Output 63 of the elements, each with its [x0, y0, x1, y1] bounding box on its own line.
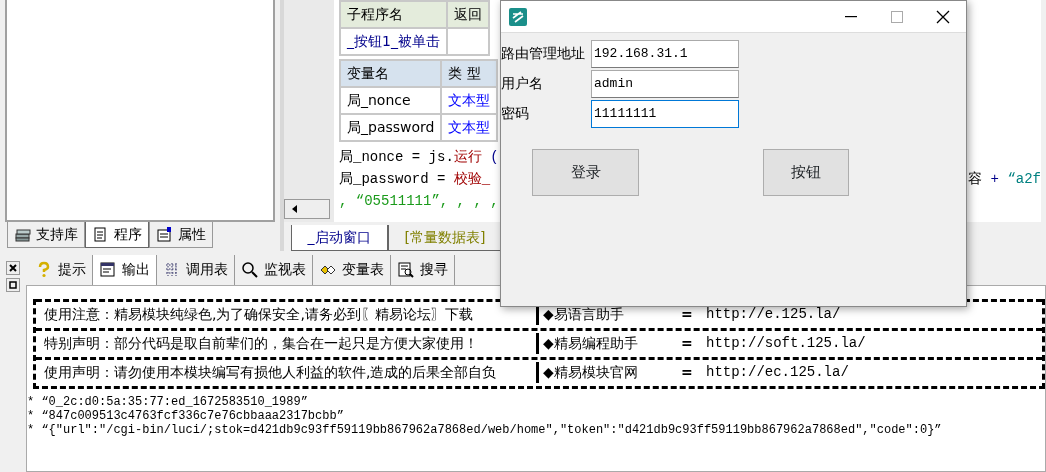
panel-tab[interactable]: 变量表: [313, 254, 392, 285]
notice-text: 特别声明：部分代码是取自前辈们的，集合在一起只是方便大家使用！: [43, 334, 479, 353]
output-line: * “0_2c:d0:5a:35:77:ed_1672583510_1989”: [27, 395, 309, 409]
table-cell: 文本型: [441, 114, 498, 142]
login-button[interactable]: 登录: [532, 148, 639, 196]
code-text: 局_password =: [339, 170, 447, 187]
equals-sign: =: [681, 305, 694, 324]
equals-sign: =: [681, 363, 694, 382]
horizontal-scrollbar[interactable]: [284, 198, 330, 219]
field-label: 路由管理地址: [501, 44, 586, 63]
code-text: “a2f: [1007, 170, 1041, 187]
panel-tab[interactable]: 属性: [148, 222, 213, 248]
url-link[interactable]: http://e.125.la/: [706, 304, 841, 325]
editor-tab[interactable]: [常量数据表]: [387, 225, 503, 252]
code-text: 运行: [453, 148, 482, 165]
notice-text: 使用声明：请勿使用本模块编写有损他人利益的软件,造成的后果全部自负: [43, 363, 498, 382]
properties-icon: [155, 225, 174, 244]
table-cell: 局_password: [340, 114, 442, 142]
table-cell: _按钮1_被单击: [340, 28, 447, 55]
app-icon: [507, 6, 528, 27]
code-text: (: [489, 148, 499, 165]
code-text: 局_nonce = js.: [339, 148, 454, 165]
input-field[interactable]: admin: [591, 69, 739, 98]
panel-tab[interactable]: 搜寻: [391, 254, 456, 285]
document-search-icon: [397, 260, 416, 279]
close-button[interactable]: [6, 261, 20, 275]
column-header: 类 型: [441, 60, 498, 88]
code-text: +: [989, 170, 1000, 187]
panel-tab[interactable]: 调用表: [157, 254, 236, 285]
action-button[interactable]: 按钮: [763, 148, 849, 196]
window-icon: [99, 260, 118, 279]
column-header: 变量名: [340, 60, 442, 88]
output-line: * “847c009513c4763fcf336c7e76cbbaaa2317bcbb”: [27, 409, 345, 423]
site-name: ◆精易编程助手: [536, 333, 681, 354]
panel-tab[interactable]: 程序: [84, 222, 149, 248]
column-header: 返回: [446, 1, 489, 28]
input-field[interactable]: 11111111: [591, 99, 739, 128]
panel-tab[interactable]: 支持库: [6, 222, 85, 248]
search-icon: [241, 260, 260, 279]
url-link[interactable]: http://soft.125.la/: [706, 333, 866, 354]
site-name: ◆精易模块官网: [536, 362, 681, 383]
editor-tab[interactable]: _启动窗口: [290, 225, 388, 252]
field-label: 密码: [501, 104, 530, 123]
code-text: 容: [968, 170, 983, 187]
output-line: * “{"url":"/cgi-bin/luci/;stok=d421db9c93ff59119bb867962a7868ed/web/home","token":"d421db9c93ff59119bb867962a7868ed","code":0}”: [27, 423, 943, 437]
panel-tab[interactable]: 监视表: [235, 254, 314, 285]
close-icon: [9, 264, 17, 272]
column-header: 子程序名: [340, 1, 447, 28]
url-link[interactable]: http://ec.125.la/: [706, 362, 849, 383]
code-text: , “05511111”, , , ,: [339, 192, 499, 209]
restore-icon: [9, 281, 17, 290]
close-icon: [936, 9, 950, 24]
field-label: 用户名: [501, 74, 544, 93]
restore-button[interactable]: [6, 278, 20, 293]
code-text: 校验_: [453, 170, 491, 187]
input-field[interactable]: 192.168.31.1: [591, 39, 739, 68]
maximize-icon: [891, 10, 903, 23]
notice-text: 使用注意：精易模块纯绿色,为了确保安全,请务必到〖精易论坛〗下载: [43, 305, 474, 324]
table-cell: 文本型: [441, 87, 498, 115]
minimize-icon: [845, 15, 857, 18]
equals-sign: =: [681, 334, 694, 353]
table-cell: 局_nonce: [340, 87, 442, 115]
panel-tab[interactable]: 输出: [93, 254, 158, 285]
